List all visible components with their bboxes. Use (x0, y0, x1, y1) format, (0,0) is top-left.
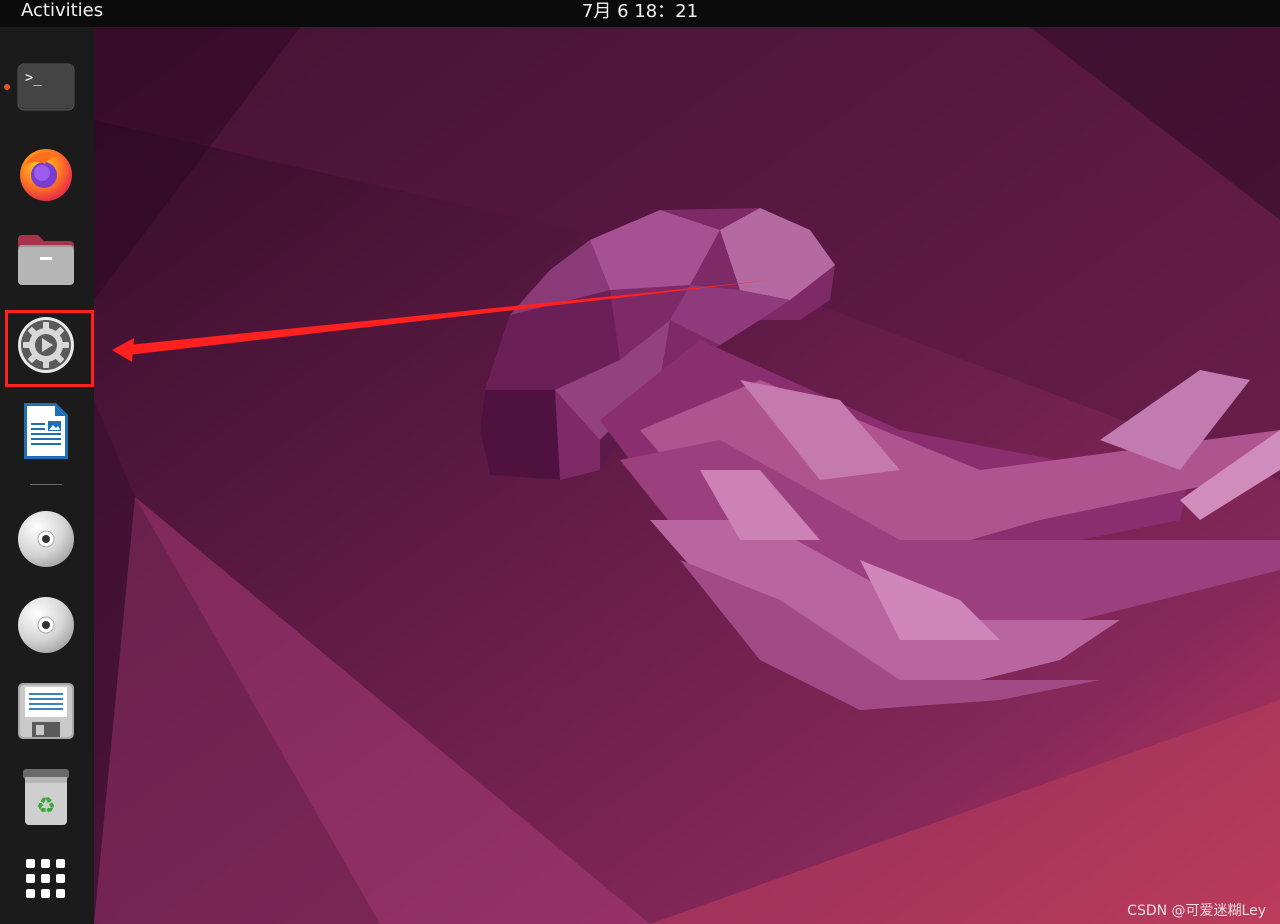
dock-item-save[interactable] (14, 679, 78, 743)
svg-text:>_: >_ (25, 70, 42, 86)
wallpaper (0, 27, 1280, 924)
terminal-icon: >_ (17, 63, 75, 111)
app-grid-icon (26, 859, 65, 898)
gear-icon (18, 317, 74, 373)
disc-icon (18, 511, 74, 567)
dock-item-files[interactable] (14, 227, 78, 291)
dock-item-disc-1[interactable] (14, 507, 78, 571)
svg-text:♻: ♻ (36, 794, 56, 819)
clock-button[interactable]: 7月 6 18：21 (582, 1, 698, 22)
clock: 7月 6 18：21 (0, 0, 1280, 27)
folder-icon (18, 235, 74, 285)
watermark: CSDN @可爱迷糊Ley (1127, 903, 1266, 919)
firefox-icon (20, 149, 72, 201)
dock: >_ ♻ (0, 27, 94, 924)
running-indicator (4, 84, 10, 90)
disc-icon (18, 597, 74, 653)
dock-item-disc-2[interactable] (14, 593, 78, 657)
show-applications-button[interactable] (14, 847, 78, 911)
dock-item-trash[interactable]: ♻ (14, 765, 78, 829)
activities-button[interactable]: Activities (21, 0, 103, 27)
dock-item-settings[interactable] (14, 313, 78, 377)
desktop: Activities 7月 6 18：21 >_ ♻ CSDN @可爱迷糊Ley (0, 0, 1280, 924)
document-icon (24, 403, 68, 459)
floppy-icon (18, 683, 74, 739)
top-bar: Activities 7月 6 18：21 (0, 0, 1280, 27)
dock-item-firefox[interactable] (14, 141, 78, 205)
dock-separator (30, 484, 62, 485)
dock-item-writer[interactable] (14, 399, 78, 463)
dock-item-terminal[interactable]: >_ (14, 55, 78, 119)
trash-icon: ♻ (23, 769, 69, 825)
